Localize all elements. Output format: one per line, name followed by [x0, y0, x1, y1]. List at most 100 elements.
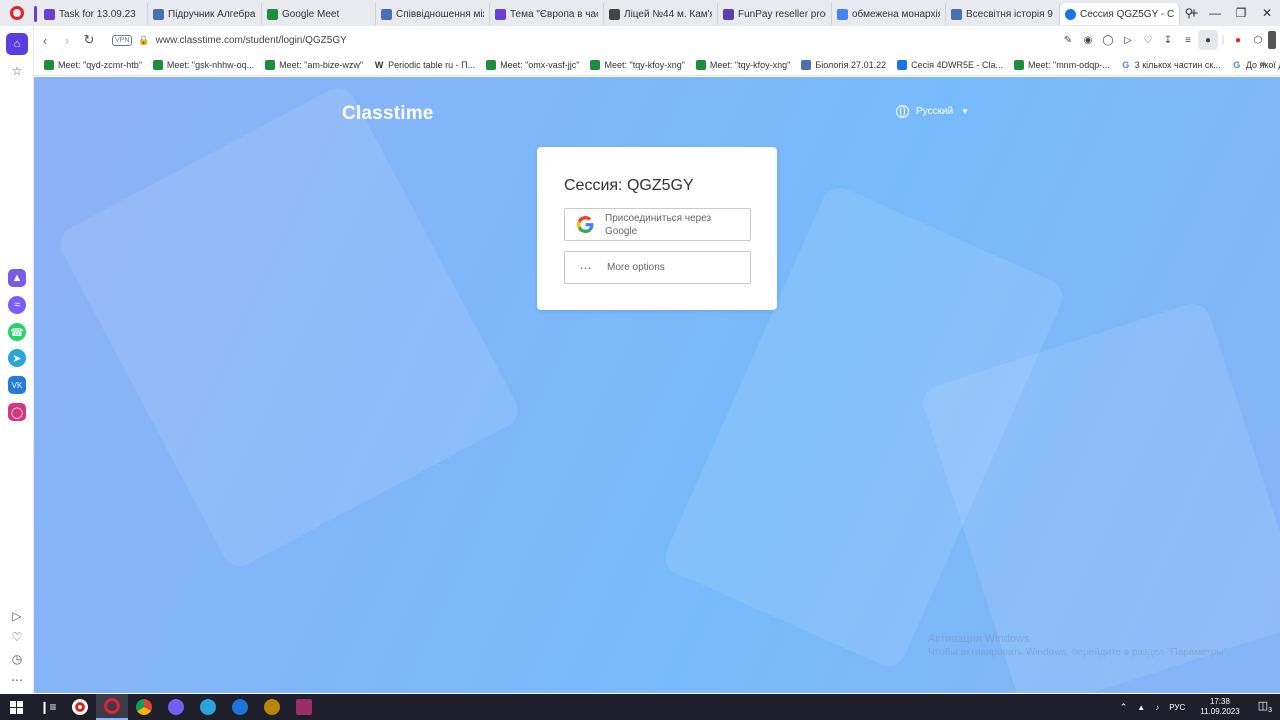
bookmark-label: Periodic table ru - П...: [388, 59, 476, 70]
windows-taskbar: ❙≡ ⌃ ▲ ♪ РУС 17:38 11.09.2023 ◫3: [0, 694, 1280, 720]
globe-icon: [896, 105, 909, 118]
app-icon[interactable]: [224, 694, 256, 720]
viber-icon[interactable]: [160, 694, 192, 720]
more-options-button[interactable]: ⋯ More options: [564, 251, 751, 284]
minimize-button[interactable]: —: [1202, 0, 1228, 26]
browser-tab[interactable]: Ліцей №44 м. Кам'янсь: [604, 3, 718, 25]
language-selector[interactable]: Русский ▼: [896, 105, 969, 118]
aria-icon[interactable]: ▲: [8, 269, 26, 287]
tab-favicon-icon: [609, 8, 620, 20]
background-decor: [54, 81, 524, 573]
classtime-logo[interactable]: Classtime: [342, 103, 434, 125]
task-view-icon[interactable]: ❙≡: [32, 694, 64, 720]
tab-title: Task for 13.09.23: [59, 8, 136, 20]
search-tabs-icon[interactable]: ⚲: [1176, 0, 1202, 26]
system-tray: ⌃ ▲ ♪ РУС 17:38 11.09.2023 ◫3: [1115, 694, 1280, 720]
telegram-icon[interactable]: ➤: [8, 349, 26, 367]
watermark-text: Чтобы активировать Windows, перейдите в …: [928, 647, 1231, 658]
back-button[interactable]: ‹: [34, 29, 56, 51]
bookmark-item[interactable]: Біологія 27.01.22: [801, 59, 886, 70]
bookmark-favicon-icon: [486, 59, 497, 70]
home-icon[interactable]: ⌂: [6, 33, 28, 55]
bookmark-label: Meet: "omx-vasf-jjc": [500, 59, 580, 70]
vk-icon[interactable]: VK: [8, 376, 26, 394]
download-icon[interactable]: ↧: [1158, 30, 1178, 50]
bookmark-item[interactable]: Meet: "qyd-zcmr-htb": [44, 59, 142, 70]
bookmark-label: Сесія 4DWR5E - Cla...: [911, 59, 1003, 70]
favorites-icon[interactable]: ♡: [6, 628, 28, 646]
messenger-icon[interactable]: ≈: [8, 296, 26, 314]
browser-tab[interactable]: FunPay reseller program: [718, 3, 832, 25]
instagram-icon[interactable]: ◯: [8, 403, 26, 421]
history-icon[interactable]: ◷: [6, 650, 28, 668]
player-sidebar-icon[interactable]: ▷: [6, 607, 28, 625]
network-icon[interactable]: ▲: [1137, 703, 1145, 712]
browser-tab[interactable]: Task for 13.09.23: [34, 3, 148, 25]
bookmark-item[interactable]: Meet: "gsk-nhhw-oq...: [152, 59, 254, 70]
bookmark-item[interactable]: Сесія 4DWR5E - Cla...: [897, 59, 1003, 70]
record-icon[interactable]: [64, 694, 96, 720]
opera-menu-icon[interactable]: [0, 0, 34, 26]
lock-icon[interactable]: 🔒: [138, 35, 149, 46]
bookmark-item[interactable]: GДо якої дистанції ві...: [1232, 60, 1280, 70]
browser-tab[interactable]: Сессия QGZ5GY - Classti: [1060, 3, 1180, 25]
bookmark-item[interactable]: Meet: "am-bize-wzw": [265, 59, 363, 70]
winrar-icon[interactable]: [288, 694, 320, 720]
clock[interactable]: 17:38 11.09.2023: [1200, 697, 1239, 717]
whatsapp-icon[interactable]: ☎: [8, 323, 26, 341]
telegram-icon[interactable]: [192, 694, 224, 720]
browser-tab[interactable]: Google Meet: [262, 3, 376, 25]
keyboard-language[interactable]: РУС: [1169, 703, 1185, 712]
bookmark-item[interactable]: Meet: "tqy-kfoy-xng": [695, 59, 790, 70]
windows-activation-watermark: Активация Windows Чтобы активировать Win…: [928, 633, 1230, 658]
chrome-icon[interactable]: [128, 694, 160, 720]
google-icon: [565, 216, 605, 233]
tab-title: Підручник Алгебра 9 кл: [168, 8, 256, 20]
wow-icon[interactable]: [256, 694, 288, 720]
bookmark-item[interactable]: Meet: "tqy-kfoy-xng": [590, 59, 685, 70]
close-window-button[interactable]: ✕: [1254, 0, 1280, 26]
browser-tab[interactable]: Підручник Алгебра 9 кл: [148, 3, 262, 25]
browser-tab[interactable]: Тема "Європа в час Фр: [490, 3, 604, 25]
microphone-icon[interactable]: ●: [1228, 30, 1248, 50]
bookmarks-overflow-icon[interactable]: »: [1260, 58, 1266, 70]
browser-tab[interactable]: Всесвітня історія 9 клас: [946, 3, 1060, 25]
bookmark-item[interactable]: Meet: "omx-vasf-jjc": [486, 59, 580, 70]
bookmark-label: 3 кількох частин ск...: [1134, 59, 1221, 70]
reload-button[interactable]: ↻: [78, 29, 100, 51]
extensions-icon[interactable]: ⬡: [1248, 30, 1268, 50]
tray-arrow-icon[interactable]: ⌃: [1120, 702, 1128, 713]
edit-icon[interactable]: ✎: [1058, 30, 1078, 50]
bookmark-item[interactable]: G 3 кількох частин ск...: [1121, 60, 1221, 70]
bookmark-favicon-icon: [590, 59, 601, 70]
forward-button[interactable]: ›: [56, 29, 78, 51]
vpn-badge[interactable]: VPN: [112, 34, 133, 46]
bookmark-label: Meet: "mnm-odqp-...: [1027, 59, 1110, 70]
more-sidebar-icon[interactable]: ⋯: [6, 671, 28, 689]
bookmark-item[interactable]: Meet: "mnm-odqp-...: [1013, 59, 1110, 70]
heart-icon[interactable]: ♡: [1138, 30, 1158, 50]
notifications-icon[interactable]: ◫3: [1258, 699, 1272, 714]
separator: |: [1221, 34, 1225, 46]
restore-button[interactable]: ❐: [1228, 0, 1254, 26]
star-icon[interactable]: ☆: [6, 62, 28, 80]
url-field[interactable]: www.classtime.com/student/login/QGZ5GY: [156, 35, 347, 46]
tab-favicon-icon: [267, 8, 278, 20]
scrollbar[interactable]: [1268, 31, 1276, 49]
browser-tab[interactable]: обмежена монархія це: [832, 3, 946, 25]
opera-icon[interactable]: [96, 694, 128, 720]
camera-icon[interactable]: ◉: [1078, 30, 1098, 50]
more-dots-icon: ⋯: [579, 260, 593, 275]
volume-icon[interactable]: ♪: [1155, 703, 1159, 712]
bookmark-favicon-icon: G: [1233, 59, 1241, 70]
bookmark-item[interactable]: W Periodic table ru - П...: [374, 60, 475, 70]
windows-icon[interactable]: [0, 694, 32, 720]
browser-tab[interactable]: Співвідношення між ст: [376, 3, 490, 25]
google-button-label-line1: Присоединиться через: [605, 212, 712, 224]
profile-icon[interactable]: ●: [1198, 30, 1218, 50]
player-icon[interactable]: ▷: [1118, 30, 1138, 50]
easy-setup-icon[interactable]: ≡: [1178, 30, 1198, 50]
tab-title: Тема "Європа в час Фр: [510, 8, 598, 20]
shield-icon[interactable]: ◯: [1098, 30, 1118, 50]
google-login-button[interactable]: Присоединиться через Google: [564, 208, 751, 241]
